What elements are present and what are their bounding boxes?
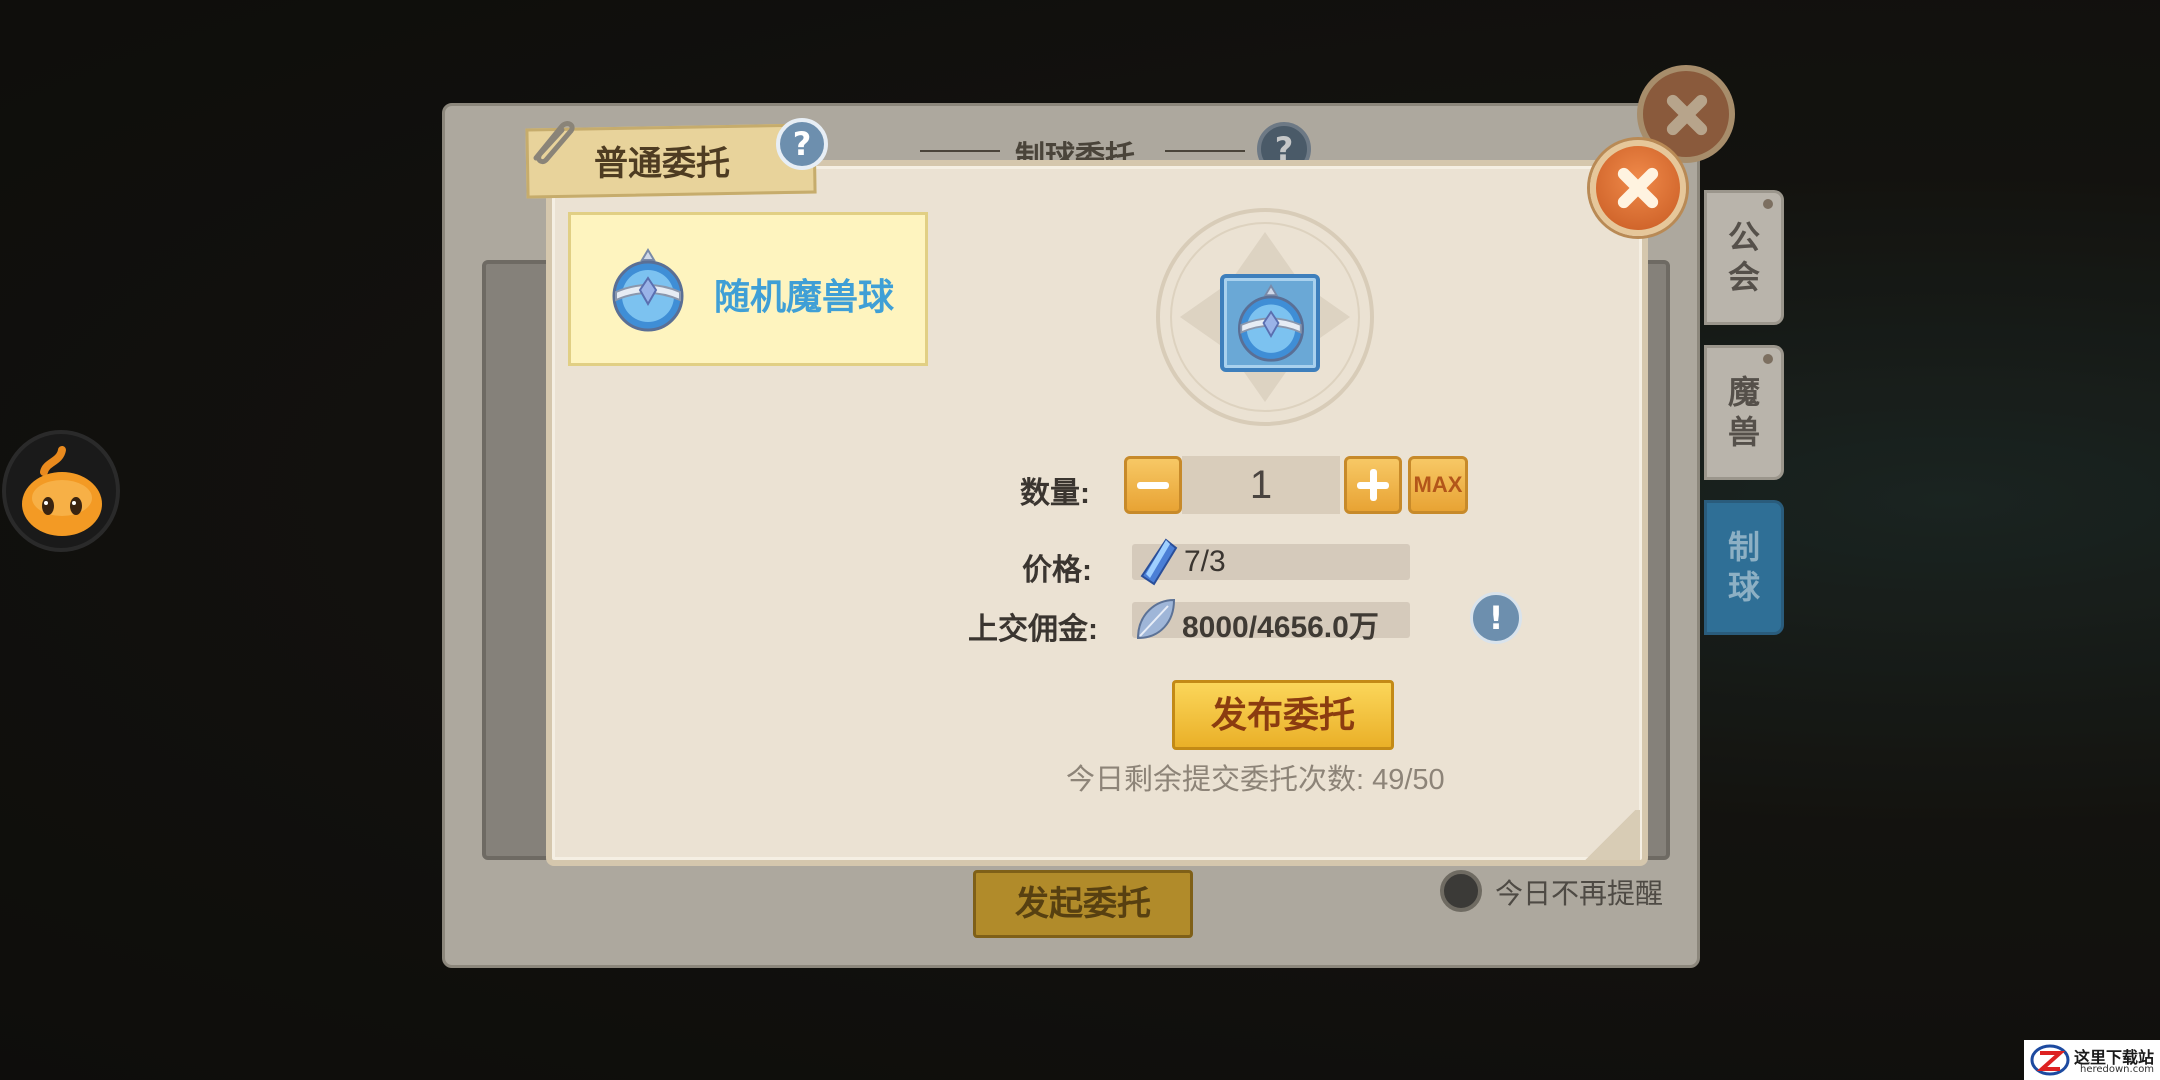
help-icon[interactable]: ? (776, 118, 828, 170)
tab-guild[interactable]: 公 会 (1704, 190, 1784, 325)
pumpkin-mascot-icon (22, 446, 102, 536)
tab-notify-dot (1763, 199, 1773, 209)
decrease-quantity-button[interactable] (1124, 456, 1182, 514)
info-icon[interactable]: ! (1470, 592, 1522, 644)
close-button[interactable] (1590, 140, 1686, 236)
max-quantity-button[interactable]: MAX (1408, 456, 1468, 514)
beast-ball-icon (612, 248, 684, 332)
mascot-avatar-button[interactable] (2, 430, 120, 552)
quantity-value[interactable]: 1 (1182, 456, 1340, 514)
title-decoration (920, 150, 1000, 152)
page-curl-decoration (1580, 810, 1640, 860)
increase-quantity-button[interactable] (1344, 456, 1402, 514)
dont-remind-label: 今日不再提醒 (1495, 878, 1664, 909)
watermark-url: heredown.com (2080, 1064, 2155, 1075)
dialog-title: 普通委托 (594, 145, 730, 183)
price-label: 价格: (1022, 554, 1092, 587)
remaining-submissions-text: 今日剩余提交委托次数: 49/50 (1066, 764, 1445, 796)
selected-item-slot[interactable] (1220, 274, 1320, 372)
blue-crystal-icon (1140, 538, 1178, 586)
tab-beast-label: 魔 兽 (1727, 374, 1760, 450)
publish-commission-button[interactable]: 发布委托 (1172, 680, 1394, 750)
beast-ball-icon (1237, 284, 1305, 362)
paperclip-icon (533, 121, 575, 165)
issue-commission-button[interactable]: 发起委托 (973, 870, 1193, 938)
commission-value: 8000/4656.0万 (1182, 611, 1379, 644)
price-value: 7/3 (1184, 545, 1226, 578)
title-decoration (1165, 150, 1245, 152)
leaf-currency-icon (1136, 598, 1176, 640)
dont-remind-checkbox[interactable] (1440, 870, 1482, 912)
tab-ball-crafting[interactable]: 制 球 (1704, 500, 1784, 635)
commission-label: 上交佣金: (968, 613, 1098, 646)
site-logo-icon (2030, 1044, 2070, 1076)
tab-beast[interactable]: 魔 兽 (1704, 345, 1784, 480)
tab-guild-label: 公 会 (1727, 219, 1760, 295)
tab-ball-label: 制 球 (1727, 529, 1760, 605)
tab-notify-dot (1763, 354, 1773, 364)
item-name: 随机魔兽球 (714, 276, 895, 317)
quantity-label: 数量: (1020, 477, 1090, 510)
